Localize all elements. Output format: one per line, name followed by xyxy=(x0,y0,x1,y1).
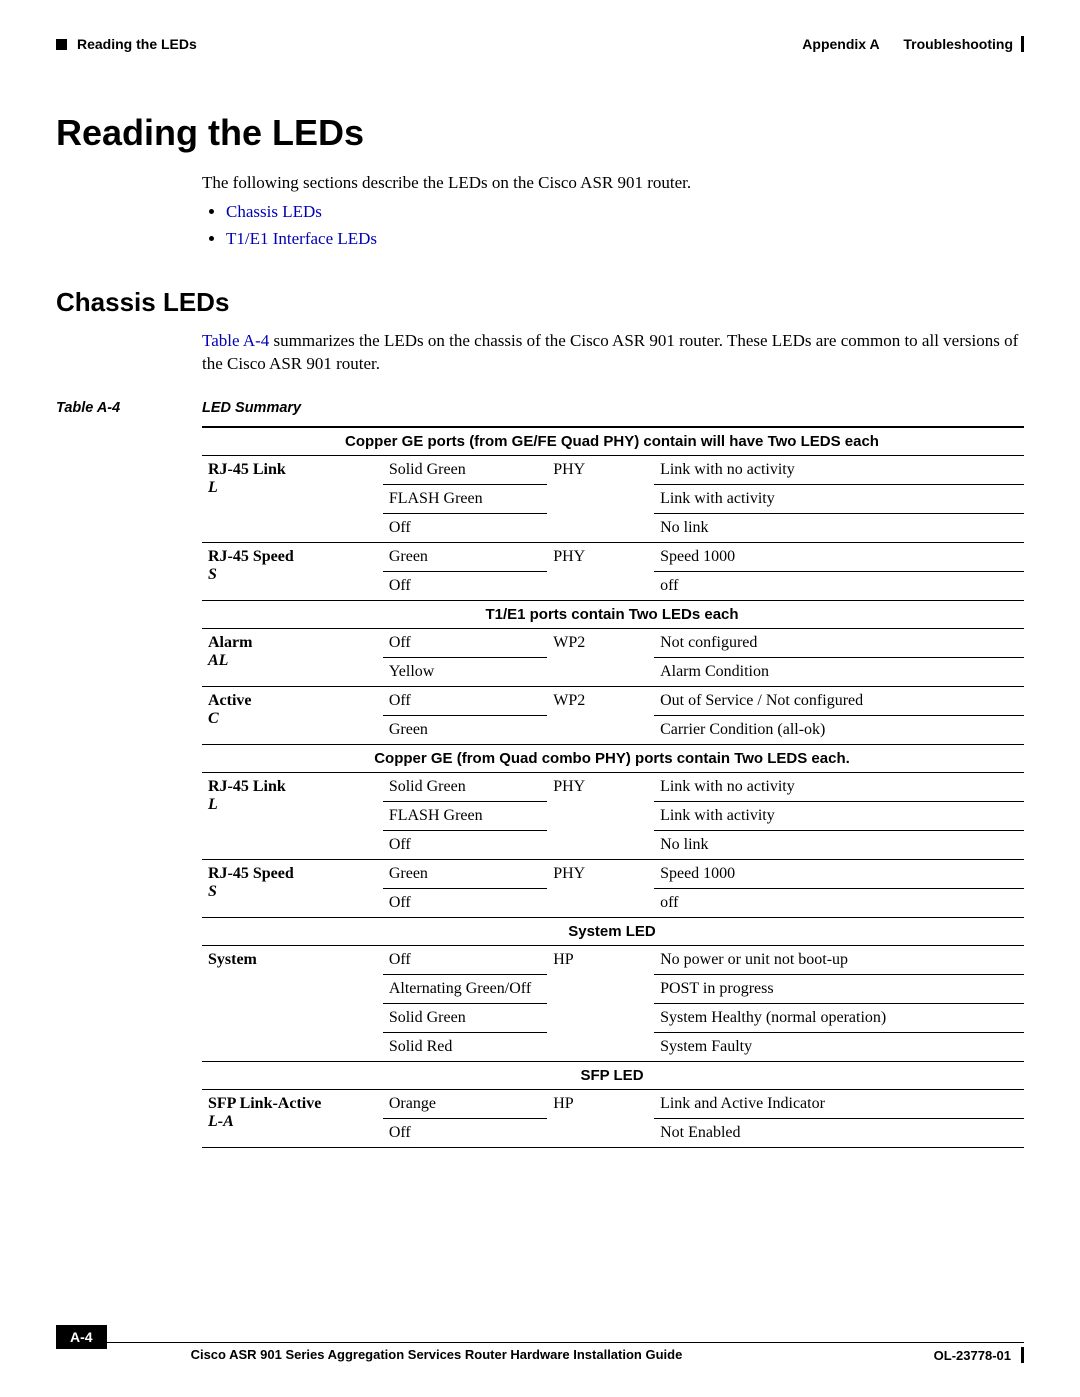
footer-guide-title: Cisco ASR 901 Series Aggregation Service… xyxy=(191,1347,683,1362)
led-meaning-cell: Link with no activity xyxy=(654,455,1024,484)
led-meaning-cell: System Healthy (normal operation) xyxy=(654,1003,1024,1032)
led-name-cell: RJ-45 SpeedS xyxy=(202,542,383,600)
table-row: SFP Link-ActiveL-AOrangeHPLink and Activ… xyxy=(202,1089,1024,1118)
led-color-cell: Solid Red xyxy=(383,1032,547,1061)
link-table-a4[interactable]: Table A-4 xyxy=(202,331,269,350)
vertical-bar-icon xyxy=(1021,36,1024,52)
intro-text: The following sections describe the LEDs… xyxy=(202,172,1024,195)
page-title: Reading the LEDs xyxy=(56,112,1024,154)
led-color-cell: Off xyxy=(383,628,547,657)
led-name-cell: AlarmAL xyxy=(202,628,383,686)
chassis-intro: Table A-4 summarizes the LEDs on the cha… xyxy=(202,330,1024,376)
led-color-cell: Off xyxy=(383,888,547,917)
led-color-cell: Yellow xyxy=(383,657,547,686)
table-group-heading: T1/E1 ports contain Two LEDs each xyxy=(202,600,1024,628)
led-meaning-cell: Link and Active Indicator xyxy=(654,1089,1024,1118)
table-group-heading: System LED xyxy=(202,917,1024,945)
led-meaning-cell: Not configured xyxy=(654,628,1024,657)
table-group-heading: Copper GE (from Quad combo PHY) ports co… xyxy=(202,744,1024,772)
link-chassis-leds[interactable]: Chassis LEDs xyxy=(226,202,322,221)
led-meaning-cell: off xyxy=(654,888,1024,917)
table-row: RJ-45 SpeedSGreenPHYSpeed 1000 xyxy=(202,859,1024,888)
led-name-cell: RJ-45 LinkL xyxy=(202,455,383,542)
led-color-cell: Off xyxy=(383,830,547,859)
led-source-cell: WP2 xyxy=(547,686,654,744)
led-color-cell: Orange xyxy=(383,1089,547,1118)
led-color-cell: FLASH Green xyxy=(383,801,547,830)
table-row: ActiveCOffWP2Out of Service / Not config… xyxy=(202,686,1024,715)
led-color-cell: Alternating Green/Off xyxy=(383,974,547,1003)
led-meaning-cell: No link xyxy=(654,830,1024,859)
led-source-cell: PHY xyxy=(547,772,654,859)
led-color-cell: Solid Green xyxy=(383,455,547,484)
table-caption: Table A-4 LED Summary xyxy=(56,400,1024,416)
table-row: AlarmALOffWP2Not configured xyxy=(202,628,1024,657)
chassis-intro-text: summarizes the LEDs on the chassis of th… xyxy=(202,331,1018,373)
table-row: RJ-45 LinkLSolid GreenPHYLink with no ac… xyxy=(202,772,1024,801)
table-row: RJ-45 LinkLSolid GreenPHYLink with no ac… xyxy=(202,455,1024,484)
led-color-cell: Off xyxy=(383,571,547,600)
led-source-cell: PHY xyxy=(547,542,654,600)
led-meaning-cell: Alarm Condition xyxy=(654,657,1024,686)
page-footer: A-4 Cisco ASR 901 Series Aggregation Ser… xyxy=(56,1342,1024,1363)
led-color-cell: Off xyxy=(383,945,547,974)
led-meaning-cell: Link with activity xyxy=(654,484,1024,513)
led-summary-table: Copper GE ports (from GE/FE Quad PHY) co… xyxy=(202,426,1024,1148)
table-row: SystemOffHPNo power or unit not boot-up xyxy=(202,945,1024,974)
vertical-bar-icon xyxy=(1021,1347,1024,1363)
led-source-cell: PHY xyxy=(547,859,654,917)
toc-links: Chassis LEDs T1/E1 Interface LEDs xyxy=(202,201,1024,251)
table-caption-id: Table A-4 xyxy=(56,400,202,416)
led-name-cell: System xyxy=(202,945,383,1061)
led-color-cell: Green xyxy=(383,715,547,744)
led-color-cell: FLASH Green xyxy=(383,484,547,513)
led-meaning-cell: System Faulty xyxy=(654,1032,1024,1061)
led-meaning-cell: Out of Service / Not configured xyxy=(654,686,1024,715)
led-source-cell: HP xyxy=(547,945,654,1061)
link-t1e1-leds[interactable]: T1/E1 Interface LEDs xyxy=(226,229,377,248)
header-right: Appendix A Troubleshooting xyxy=(802,36,1024,52)
led-meaning-cell: Link with no activity xyxy=(654,772,1024,801)
led-color-cell: Off xyxy=(383,686,547,715)
led-source-cell: PHY xyxy=(547,455,654,542)
header-appendix-label: Appendix A xyxy=(802,36,879,52)
led-name-cell: RJ-45 LinkL xyxy=(202,772,383,859)
table-group-heading: SFP LED xyxy=(202,1061,1024,1089)
table-group-heading: Copper GE ports (from GE/FE Quad PHY) co… xyxy=(202,427,1024,456)
footer-doc-id: OL-23778-01 xyxy=(934,1348,1011,1363)
led-color-cell: Green xyxy=(383,859,547,888)
header-section-label: Reading the LEDs xyxy=(77,36,197,52)
header-left: Reading the LEDs xyxy=(56,36,197,52)
led-meaning-cell: No link xyxy=(654,513,1024,542)
header-chapter-label: Troubleshooting xyxy=(903,36,1013,52)
led-name-cell: SFP Link-ActiveL-A xyxy=(202,1089,383,1147)
section-title-chassis: Chassis LEDs xyxy=(56,287,1024,318)
led-meaning-cell: off xyxy=(654,571,1024,600)
table-row: RJ-45 SpeedSGreenPHYSpeed 1000 xyxy=(202,542,1024,571)
led-name-cell: ActiveC xyxy=(202,686,383,744)
led-name-cell: RJ-45 SpeedS xyxy=(202,859,383,917)
page-number-tag: A-4 xyxy=(56,1325,107,1349)
led-meaning-cell: Carrier Condition (all-ok) xyxy=(654,715,1024,744)
intro-block: The following sections describe the LEDs… xyxy=(202,172,1024,251)
led-meaning-cell: POST in progress xyxy=(654,974,1024,1003)
led-color-cell: Off xyxy=(383,513,547,542)
led-color-cell: Off xyxy=(383,1118,547,1147)
running-header: Reading the LEDs Appendix A Troubleshoot… xyxy=(56,36,1024,52)
square-icon xyxy=(56,39,67,50)
led-meaning-cell: Link with activity xyxy=(654,801,1024,830)
led-color-cell: Green xyxy=(383,542,547,571)
led-meaning-cell: Not Enabled xyxy=(654,1118,1024,1147)
led-color-cell: Solid Green xyxy=(383,1003,547,1032)
table-caption-title: LED Summary xyxy=(202,400,301,416)
led-color-cell: Solid Green xyxy=(383,772,547,801)
led-source-cell: HP xyxy=(547,1089,654,1147)
led-source-cell: WP2 xyxy=(547,628,654,686)
led-meaning-cell: No power or unit not boot-up xyxy=(654,945,1024,974)
led-meaning-cell: Speed 1000 xyxy=(654,859,1024,888)
led-meaning-cell: Speed 1000 xyxy=(654,542,1024,571)
